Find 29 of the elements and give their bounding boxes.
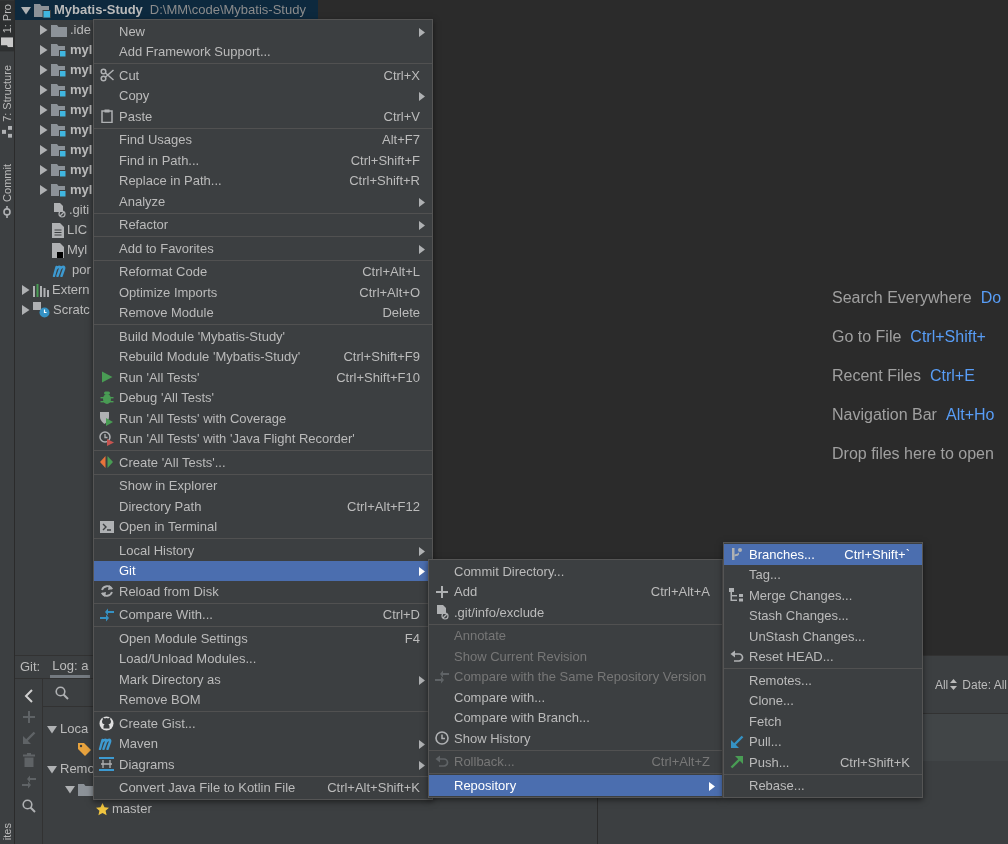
shortcut-label: Ctrl+Shift+F9 xyxy=(343,348,420,366)
shortcut-label: Ctrl+E xyxy=(929,366,975,385)
shortcut-label: Ctrl+Alt+F12 xyxy=(347,497,420,516)
shortcut-label: Ctrl+Alt+A xyxy=(650,583,710,601)
shortcut-label: Ctrl+Alt+L xyxy=(362,263,420,281)
shortcut-label: Ctrl+Alt+Shift+K xyxy=(327,779,420,797)
hint-label: Go to File xyxy=(832,327,902,346)
shortcut-label: Ctrl+Shift+F10 xyxy=(336,368,420,387)
hint-label: Recent Files xyxy=(832,366,921,385)
project-path-text: D:\MM\code\Mybatis-Study xyxy=(149,1,306,20)
shortcut-label: Ctrl+Shift+F xyxy=(350,151,420,170)
shortcut-label: Delete xyxy=(382,304,420,322)
shortcut-label: Ctrl+Shift+` xyxy=(844,545,910,564)
hint-label: Drop files here to open xyxy=(832,444,994,463)
panel-title: Git: xyxy=(20,658,41,677)
shortcut-label: Ctrl+X xyxy=(383,66,420,85)
shortcut-label: Alt+F7 xyxy=(382,131,420,149)
shortcut-label: Ctrl+Shift+ xyxy=(910,327,986,346)
shortcut-label: Do xyxy=(980,288,1002,307)
shortcut-label: Ctrl+Alt+O xyxy=(359,283,420,302)
shortcut-label: Ctrl+Shift+K xyxy=(839,753,910,772)
shortcut-label: Alt+Ho xyxy=(945,405,995,424)
shortcut-label: Ctrl+Alt+Z xyxy=(651,753,710,771)
shortcut-label: F4 xyxy=(404,629,420,648)
hint-label: Search Everywhere xyxy=(832,288,972,307)
shortcut-label: Ctrl+V xyxy=(383,107,420,126)
shortcut-label: Ctrl+D xyxy=(382,606,420,624)
shortcut-label: Ctrl+Shift+R xyxy=(349,172,420,190)
hint-label: Navigation Bar xyxy=(832,405,937,424)
